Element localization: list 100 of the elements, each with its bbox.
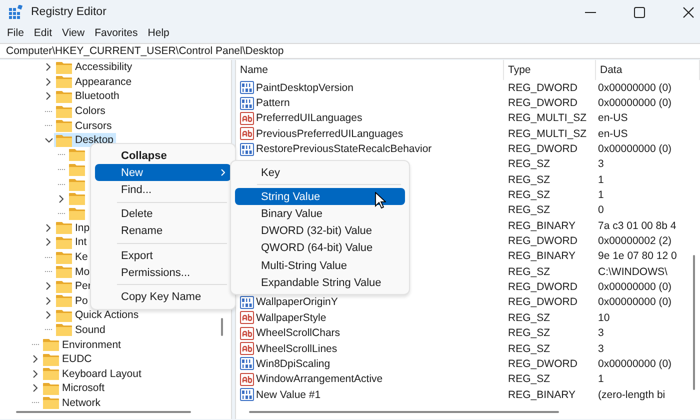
context-menu-item[interactable]: Permissions...: [95, 264, 231, 282]
chevron-right-icon[interactable]: [46, 224, 51, 232]
registry-app-icon: [9, 5, 23, 19]
tree-item[interactable]: Appearance: [54, 74, 134, 89]
value-data: 7a c3 01 00 8b 4: [597, 220, 678, 232]
context-menu-item[interactable]: Delete: [95, 206, 231, 223]
tree-item[interactable]: Bluetooth: [54, 89, 122, 104]
value-data: 1: [597, 189, 605, 202]
scrollbar-thumb[interactable]: [693, 255, 695, 390]
value-name[interactable]: PreferredUILanguages: [256, 112, 362, 124]
chevron-right-icon[interactable]: [33, 370, 38, 378]
tree-item[interactable]: Ke: [54, 250, 90, 264]
value-name[interactable]: WheelScrollLines: [256, 342, 338, 355]
value-name[interactable]: WallpaperStyle: [256, 312, 326, 324]
value-type: REG_DWORD: [507, 235, 578, 248]
value-data: C:\WINDOWS\: [597, 266, 668, 278]
context-menu-item[interactable]: Rename: [95, 222, 231, 240]
value-name[interactable]: PaintDesktopVersion: [256, 82, 354, 94]
binary-value-icon: [240, 357, 254, 370]
submenu-item[interactable]: DWORD (32-bit) Value: [235, 222, 405, 240]
chevron-down-icon[interactable]: [44, 138, 52, 143]
column-header[interactable]: Name: [236, 60, 504, 80]
chevron-right-icon[interactable]: [46, 282, 51, 290]
menu-item[interactable]: Favorites: [90, 27, 144, 39]
string-value-icon: [240, 326, 254, 340]
folder-icon: [56, 75, 72, 88]
string-value-icon: [240, 112, 254, 125]
folder-icon: [56, 104, 72, 118]
chevron-right-icon[interactable]: [46, 296, 51, 305]
column-header[interactable]: Data: [596, 60, 700, 80]
horizontal-scrollbar[interactable]: [16, 411, 191, 413]
tree-item[interactable]: Microsoft: [41, 381, 107, 396]
context-menu-item[interactable]: Find...: [95, 181, 231, 199]
value-name[interactable]: New Value #1: [256, 388, 321, 401]
address-bar[interactable]: Computer\HKEY_CURRENT_USER\Control Panel\Desktop: [0, 43, 700, 59]
maximize-icon[interactable]: [634, 6, 645, 18]
menu-item[interactable]: Help: [144, 27, 176, 39]
tree-item[interactable]: Colors: [54, 104, 108, 118]
context-menu-item[interactable]: Copy Key Name: [95, 288, 231, 306]
tree-item[interactable]: Keyboard Layout: [41, 366, 144, 381]
submenu-item[interactable]: Binary Value: [235, 205, 405, 223]
scrollbar-thumb[interactable]: [221, 318, 223, 336]
tree-item[interactable]: Po: [54, 294, 90, 308]
value-type: REG_SZ: [507, 327, 552, 340]
context-menu-item[interactable]: Export: [95, 246, 231, 264]
value-name[interactable]: Win8DpiScaling: [256, 358, 330, 370]
value-name[interactable]: RestorePreviousStateRecalcBehavior: [256, 143, 432, 156]
value-name[interactable]: WheelScrollChars: [256, 327, 340, 340]
value-data: 1: [597, 174, 605, 186]
tree-item[interactable]: Inp: [54, 220, 92, 235]
submenu-item[interactable]: Key: [235, 164, 405, 182]
value-data: 3: [597, 158, 605, 170]
tree-item[interactable]: Accessibility: [54, 60, 134, 74]
value-type: REG_SZ: [507, 158, 552, 170]
folder-icon: [43, 396, 59, 410]
menu-item[interactable]: File: [3, 27, 30, 39]
close-icon[interactable]: [683, 6, 694, 18]
submenu-item[interactable]: String Value: [235, 188, 405, 206]
tree-item[interactable]: Sound: [54, 322, 108, 337]
tree-item[interactable]: Cursors: [54, 118, 114, 133]
chevron-right-icon[interactable]: [46, 63, 51, 72]
submenu-item[interactable]: Expandable String Value: [235, 274, 405, 292]
submenu-item[interactable]: QWORD (64-bit) Value: [235, 240, 405, 257]
menu-item[interactable]: View: [58, 27, 91, 39]
chevron-right-icon[interactable]: [46, 78, 51, 86]
folder-icon: [69, 192, 85, 206]
value-name[interactable]: PreviousPreferredUILanguages: [256, 128, 404, 140]
folder-icon: [43, 367, 59, 380]
chevron-right-icon[interactable]: [59, 194, 64, 203]
value-name[interactable]: Pattern: [256, 97, 290, 110]
value-name[interactable]: WallpaperOriginY: [256, 296, 338, 308]
chevron-right-icon[interactable]: [33, 384, 38, 392]
chevron-right-icon[interactable]: [33, 355, 38, 364]
value-data: 0x00000002 (2): [597, 235, 673, 248]
tree-item[interactable]: EUDC: [41, 352, 94, 366]
tree-item[interactable]: Quick Actions: [54, 308, 141, 322]
chevron-right-icon[interactable]: [46, 238, 51, 246]
binary-value-icon: [240, 388, 254, 402]
tree-item[interactable]: Int: [54, 235, 89, 250]
chevron-right-icon[interactable]: [46, 311, 51, 320]
menu-item[interactable]: Edit: [30, 27, 58, 39]
tree-item[interactable]: Environment: [41, 338, 123, 352]
folder-icon: [43, 352, 59, 366]
horizontal-scrollbar[interactable]: [249, 411, 559, 413]
folder-icon: [56, 280, 72, 293]
context-menu-item[interactable]: Collapse: [95, 147, 231, 164]
binary-value-icon: [240, 142, 254, 156]
tree-item[interactable]: Mo: [54, 264, 92, 279]
context-menu-item[interactable]: New: [95, 164, 231, 182]
value-name[interactable]: WindowArrangementActive: [256, 373, 383, 386]
value-type: REG_DWORD: [507, 143, 578, 156]
chevron-right-icon[interactable]: [46, 92, 51, 100]
value-data: 0: [597, 204, 605, 216]
value-data: 3: [597, 342, 605, 355]
tree-item[interactable]: Network: [41, 396, 103, 410]
column-header[interactable]: Type: [504, 60, 596, 80]
binary-value-icon: [240, 81, 254, 94]
window-title: Registry Editor: [31, 6, 106, 18]
submenu-item[interactable]: Multi-String Value: [235, 256, 405, 274]
tree-item[interactable]: Per: [54, 279, 94, 294]
